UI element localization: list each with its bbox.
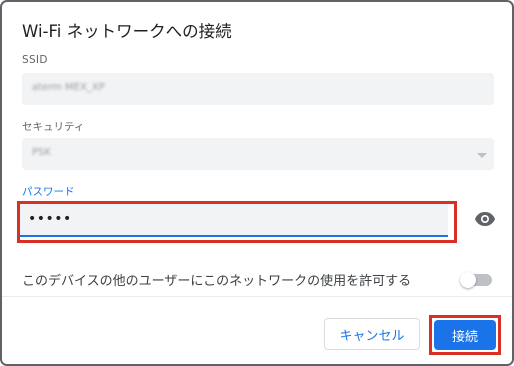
ssid-value: aterm MEX_XP [32,82,105,93]
security-select[interactable]: PSK [22,138,494,170]
wifi-connect-dialog: Wi-Fi ネットワークへの接続 SSID aterm MEX_XP セキュリテ… [0,0,514,366]
dialog-title: Wi-Fi ネットワークへの接続 [22,22,232,41]
chevron-down-icon [477,153,487,158]
security-value: PSK [32,147,51,158]
toggle-knob[interactable] [460,272,476,288]
connect-button[interactable]: 接続 [434,320,496,350]
password-input[interactable]: ••••• [20,204,448,237]
ssid-field[interactable]: aterm MEX_XP [22,73,494,105]
ssid-label: SSID [22,54,48,66]
cancel-button[interactable]: キャンセル [324,318,420,350]
security-label: セキュリティ [22,121,85,133]
eye-icon[interactable] [474,211,496,227]
share-network-label: このデバイスの他のユーザーにこのネットワークの使用を許可する [22,274,412,289]
password-value: ••••• [28,211,72,227]
password-label: パスワード [22,186,75,198]
